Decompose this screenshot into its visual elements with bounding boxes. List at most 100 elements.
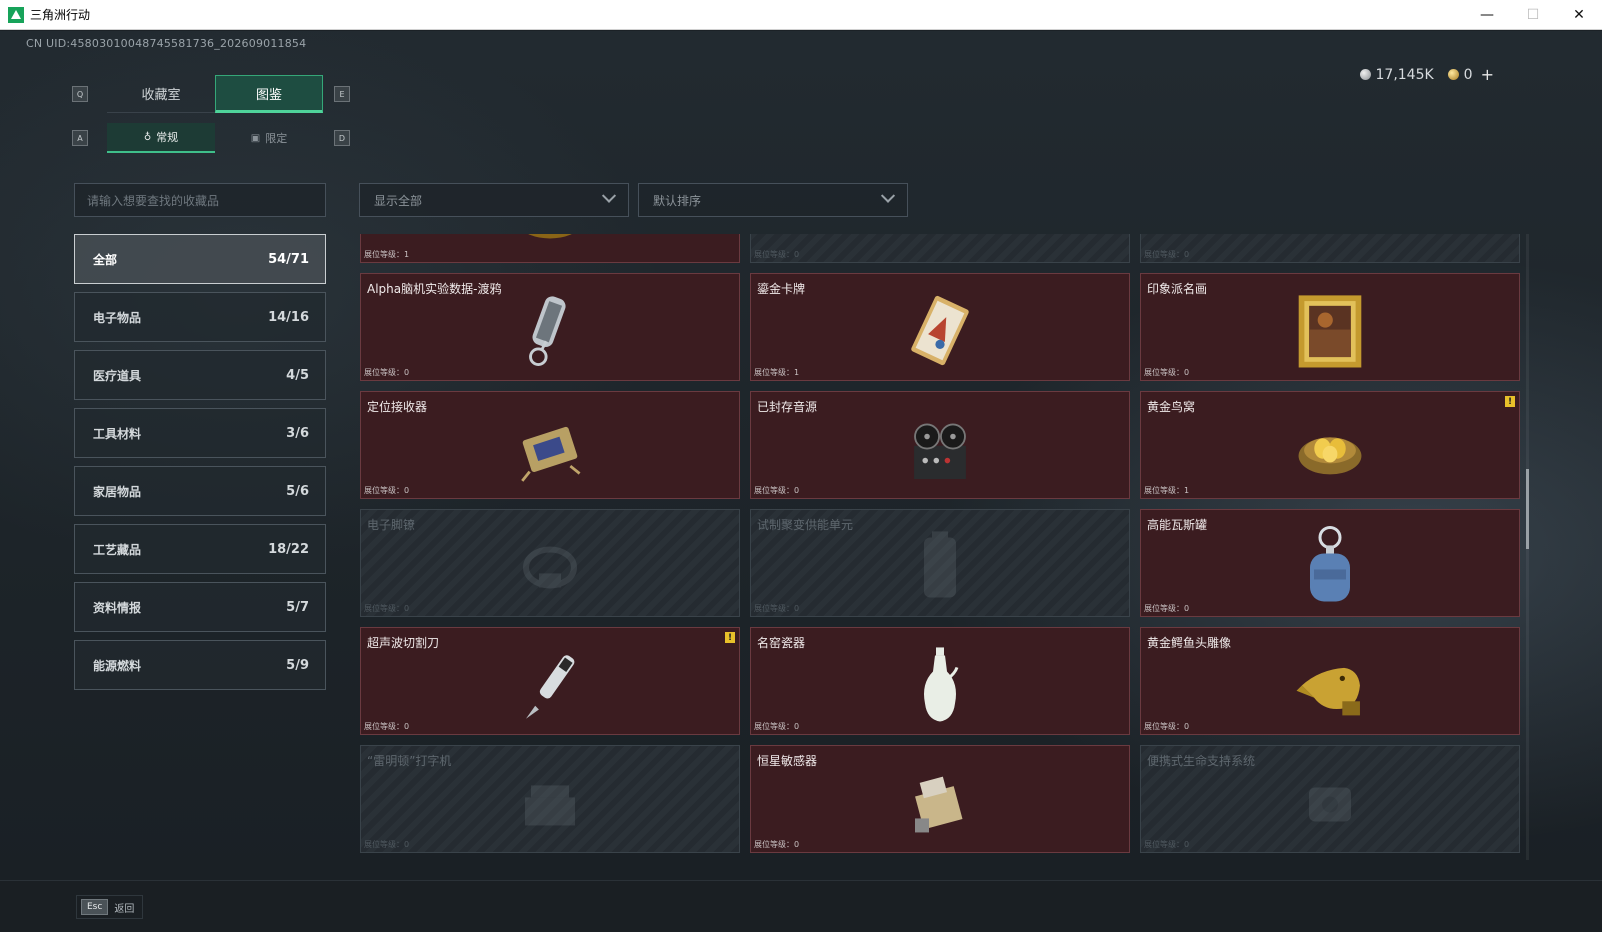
category-all[interactable]: 全部 54/71 xyxy=(74,234,326,284)
category-label: 能源燃料 xyxy=(93,658,142,673)
unknown-item-icon xyxy=(903,234,977,250)
booth-level-label: 展位等级： xyxy=(364,486,404,495)
category-crafts[interactable]: 工艺藏品 18/22 xyxy=(74,524,326,574)
gold-currency: 0 xyxy=(1447,66,1473,83)
category-count: 5/7 xyxy=(286,599,309,615)
collection-card-name: 便携式生命支持系统 xyxy=(1147,754,1256,768)
porcelain-vase-icon xyxy=(903,647,977,722)
category-count: 5/9 xyxy=(286,657,309,673)
category-household[interactable]: 家居物品 5/6 xyxy=(74,466,326,516)
collection-card[interactable]: 恒星敏感器 展位等级：0 xyxy=(750,745,1130,853)
collection-card[interactable]: 展位等级：1 xyxy=(360,234,740,263)
gold-amount: 0 xyxy=(1463,66,1473,83)
collection-card[interactable]: “雷明顿”打字机 展位等级：0 xyxy=(360,745,740,853)
category-label: 工艺藏品 xyxy=(93,542,142,557)
chevron-down-icon xyxy=(601,188,617,203)
filter-dropdown[interactable]: 显示全部 xyxy=(359,183,629,217)
search-input[interactable]: 请输入想要查找的收藏品 xyxy=(74,183,326,217)
collection-card-name: “雷明顿”打字机 xyxy=(367,754,452,768)
ultrasonic-knife-icon xyxy=(513,648,587,722)
collection-card-name: 名窑瓷器 xyxy=(757,636,806,650)
app-logo-icon xyxy=(8,6,24,23)
esc-key-hint: Esc xyxy=(81,899,109,915)
booth-level: 展位等级：0 xyxy=(364,367,409,378)
collection-card[interactable]: 高能瓦斯罐 展位等级：0 xyxy=(1140,509,1520,617)
collection-card[interactable]: 展位等级：0 xyxy=(1140,234,1520,263)
booth-level: 展位等级：1 xyxy=(1144,485,1189,496)
window-titlebar: 三角洲行动 — ☐ ✕ xyxy=(0,0,1602,30)
collection-card[interactable]: 名窑瓷器 展位等级：0 xyxy=(750,627,1130,735)
booth-level-value: 0 xyxy=(404,368,410,377)
collection-card[interactable]: 印象派名画 展位等级：0 xyxy=(1140,273,1520,381)
collection-card[interactable]: 黄金鸟窝 展位等级：1! xyxy=(1140,391,1520,499)
category-label: 资料情报 xyxy=(93,600,142,615)
player-uid: CN UID:4580301004874558173​6_20260901185… xyxy=(26,37,307,50)
sort-dropdown[interactable]: 默认排序 xyxy=(638,183,908,217)
category-medical[interactable]: 医疗道具 4/5 xyxy=(74,350,326,400)
collection-card[interactable]: 黄金鳄鱼头雕像 展位等级：0 xyxy=(1140,627,1520,735)
key-hint-next-sub: D xyxy=(334,130,350,146)
collection-card[interactable]: Alpha脑机实验数据-渡鸦 展位等级：0 xyxy=(360,273,740,381)
booth-level-label: 展位等级： xyxy=(1144,486,1184,495)
fusion-cell-icon xyxy=(903,530,977,604)
gold-crocodile-icon xyxy=(1293,648,1367,722)
booth-level-value: 0 xyxy=(794,840,800,849)
back-button[interactable]: Esc 返回 xyxy=(76,895,144,919)
collection-card-name: 黄金鳄鱼头雕像 xyxy=(1147,636,1232,650)
booth-level-label: 展位等级： xyxy=(754,722,794,731)
currency-bar: 17,145K 0 + xyxy=(1359,65,1494,84)
alert-badge-icon: ! xyxy=(725,632,735,643)
add-currency-button[interactable]: + xyxy=(1481,65,1494,84)
collection-card-name: Alpha脑机实验数据-渡鸦 xyxy=(367,282,502,296)
collection-card[interactable]: 试制聚变供能单元展位等级：0 xyxy=(750,509,1130,617)
grid-scrollbar[interactable] xyxy=(1526,234,1529,860)
category-label: 医疗道具 xyxy=(93,368,142,383)
minimize-button[interactable]: — xyxy=(1464,0,1510,30)
silver-currency: 17,145K xyxy=(1359,67,1434,83)
collection-card[interactable]: 展位等级：0 xyxy=(750,234,1130,263)
unknown-item-icon xyxy=(1293,234,1367,250)
booth-level-value: 1 xyxy=(1184,486,1190,495)
collection-card[interactable]: 鎏金卡牌 展位等级：1 xyxy=(750,273,1130,381)
booth-level-value: 0 xyxy=(794,250,800,259)
framed-painting-icon xyxy=(1293,294,1367,368)
collection-grid: 展位等级：1 展位等级：0 展位等级：0 Alpha脑机实验数据-渡鸦 展位等级：0 鎏金… xyxy=(360,234,1520,860)
close-button[interactable]: ✕ xyxy=(1556,0,1602,30)
collection-card-name: 试制聚变供能单元 xyxy=(757,518,854,532)
booth-level-label: 展位等级： xyxy=(754,250,794,259)
booth-level-label: 展位等级： xyxy=(754,604,794,613)
collection-card[interactable]: 电子脚镣 展位等级：0 xyxy=(360,509,740,617)
collection-card[interactable]: 便携式生命支持系统 展位等级：0 xyxy=(1140,745,1520,853)
booth-level-label: 展位等级： xyxy=(1144,250,1184,259)
tab-codex[interactable]: 图鉴 xyxy=(215,75,323,113)
scrollbar-thumb[interactable] xyxy=(1526,469,1529,549)
booth-level-value: 1 xyxy=(794,368,800,377)
collection-card-name: 高能瓦斯罐 xyxy=(1147,518,1208,532)
key-hint-prev-sub: A xyxy=(72,130,88,146)
collection-card-name: 鎏金卡牌 xyxy=(757,282,806,296)
category-intel[interactable]: 资料情报 5/7 xyxy=(74,582,326,632)
category-electronics[interactable]: 电子物品 14/16 xyxy=(74,292,326,342)
booth-level-label: 展位等级： xyxy=(754,486,794,495)
booth-level-value: 0 xyxy=(794,604,800,613)
booth-level-value: 0 xyxy=(1184,604,1190,613)
category-list: 全部 54/71 电子物品 14/16 医疗道具 4/5 工具材料 3/6 家居… xyxy=(74,234,326,698)
category-tools[interactable]: 工具材料 3/6 xyxy=(74,408,326,458)
collection-card[interactable]: 定位接收器 展位等级：0 xyxy=(360,391,740,499)
main-tabs: 收藏室 图鉴 xyxy=(107,75,323,113)
collection-card[interactable]: 已封存音源 展位等级：0 xyxy=(750,391,1130,499)
category-energy[interactable]: 能源燃料 5/9 xyxy=(74,640,326,690)
booth-level-label: 展位等级： xyxy=(1144,722,1184,731)
collection-card-name: 已封存音源 xyxy=(757,400,818,414)
category-count: 4/5 xyxy=(286,367,309,383)
tab-limited[interactable]: ▣ 限定 xyxy=(215,123,323,153)
tab-collection-room[interactable]: 收藏室 xyxy=(107,75,215,113)
booth-level-value: 0 xyxy=(404,840,410,849)
collection-card-name: 电子脚镣 xyxy=(367,518,416,532)
category-count: 18/22 xyxy=(268,541,309,557)
tab-regular[interactable]: ♁ 常规 xyxy=(107,123,215,153)
collection-card[interactable]: 超声波切割刀 展位等级：0! xyxy=(360,627,740,735)
maximize-button[interactable]: ☐ xyxy=(1510,0,1556,30)
booth-level-label: 展位等级： xyxy=(364,368,404,377)
ankle-monitor-icon xyxy=(513,530,587,604)
